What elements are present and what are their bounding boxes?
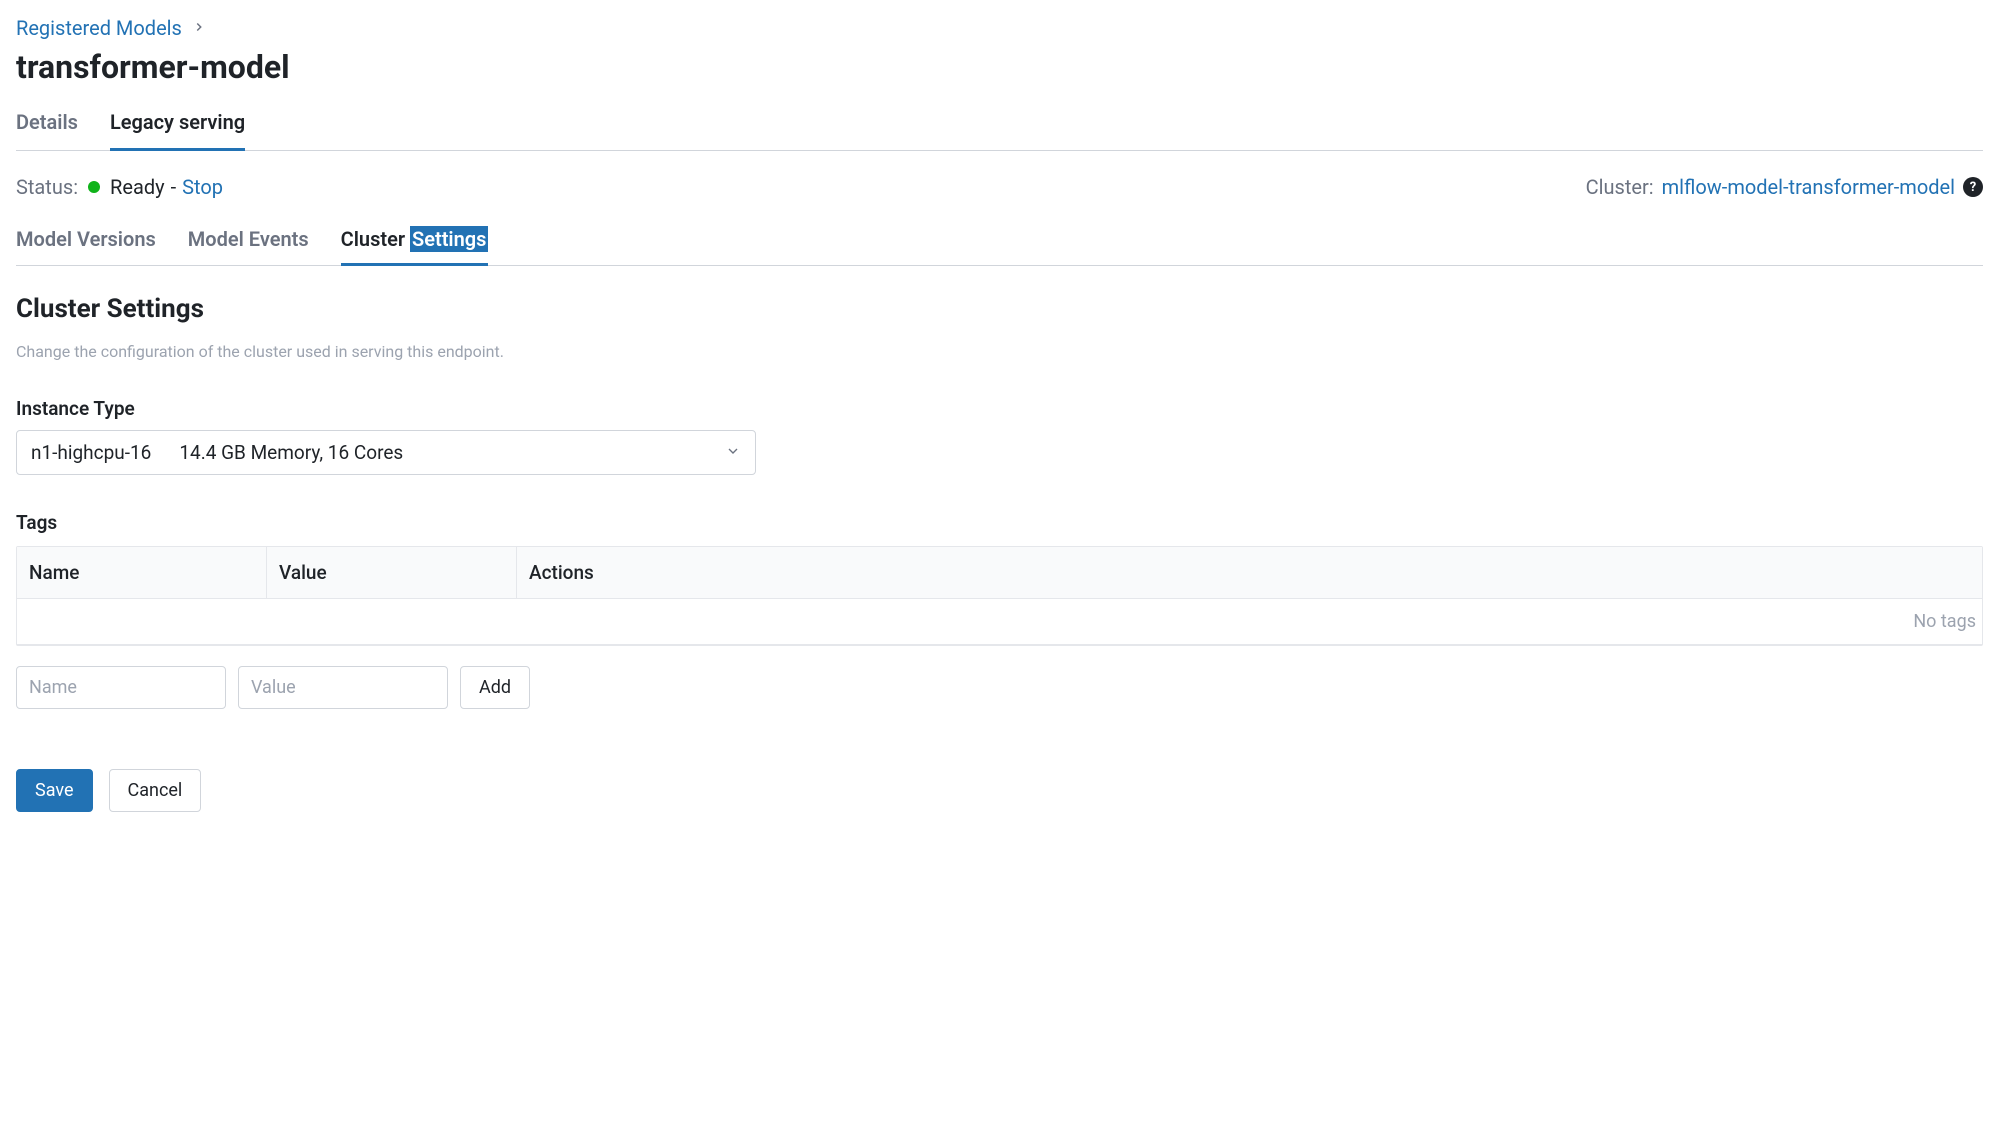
status-separator: - (171, 175, 177, 199)
tags-table: Name Value Actions No tags (16, 546, 1983, 646)
instance-type-label: Instance Type (16, 397, 1983, 420)
tags-label: Tags (16, 511, 1983, 534)
tag-name-input[interactable] (16, 666, 226, 709)
add-tag-row: Add (16, 666, 1983, 709)
section-description: Change the configuration of the cluster … (16, 342, 1983, 361)
status-cluster-row: Status: Ready - Stop Cluster: mlflow-mod… (16, 175, 1983, 199)
action-buttons: Save Cancel (16, 769, 1983, 812)
cancel-button[interactable]: Cancel (109, 769, 202, 812)
instance-type-select[interactable]: n1-highcpu-16 14.4 GB Memory, 16 Cores (16, 430, 756, 475)
instance-type-description: 14.4 GB Memory, 16 Cores (179, 441, 403, 464)
tags-col-actions: Actions (517, 547, 1982, 598)
cluster-link[interactable]: mlflow-model-transformer-model (1662, 175, 1955, 199)
tab-model-events[interactable]: Model Events (188, 227, 309, 266)
tags-table-header: Name Value Actions (17, 547, 1982, 599)
status-label: Status: (16, 175, 78, 199)
add-tag-button[interactable]: Add (460, 666, 530, 709)
cluster-section: Cluster: mlflow-model-transformer-model … (1586, 175, 1983, 199)
cluster-label: Cluster: (1586, 175, 1654, 199)
save-button[interactable]: Save (16, 769, 93, 812)
help-icon[interactable]: ? (1963, 177, 1983, 197)
status-ready-indicator-icon (88, 181, 100, 193)
tabs-top: Details Legacy serving (16, 110, 1983, 151)
tag-value-input[interactable] (238, 666, 448, 709)
breadcrumb: Registered Models (16, 16, 1983, 40)
instance-type-name: n1-highcpu-16 (31, 441, 151, 464)
section-title: Cluster Settings (16, 294, 1983, 324)
tags-empty-message: No tags (17, 599, 1982, 645)
tab-model-versions[interactable]: Model Versions (16, 227, 156, 266)
chevron-right-icon (192, 18, 206, 39)
status-section: Status: Ready - Stop (16, 175, 223, 199)
tabs-sub: Model Versions Model Events Cluster Sett… (16, 227, 1983, 266)
tab-details[interactable]: Details (16, 110, 78, 151)
chevron-down-icon (725, 441, 741, 464)
status-value: Ready (110, 175, 165, 199)
page-title: transformer-model (16, 48, 1983, 86)
breadcrumb-registered-models-link[interactable]: Registered Models (16, 16, 182, 40)
tab-cluster-settings[interactable]: Cluster Settings (341, 227, 489, 266)
stop-link[interactable]: Stop (182, 175, 223, 199)
tags-col-name: Name (17, 547, 267, 598)
tab-legacy-serving[interactable]: Legacy serving (110, 110, 245, 151)
tags-col-value: Value (267, 547, 517, 598)
